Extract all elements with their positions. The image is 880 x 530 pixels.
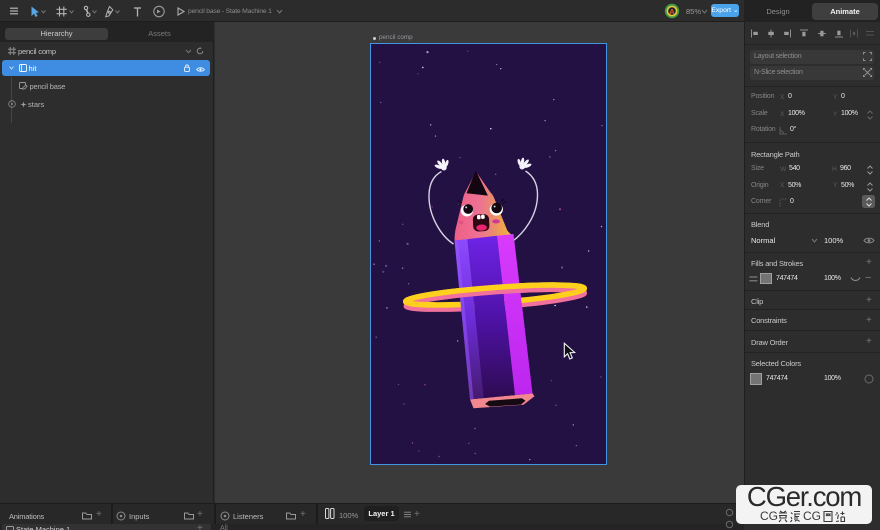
svg-text:CG: CG xyxy=(803,510,821,523)
svg-text:A: A xyxy=(669,7,675,16)
svg-text:CG: CG xyxy=(760,510,778,523)
